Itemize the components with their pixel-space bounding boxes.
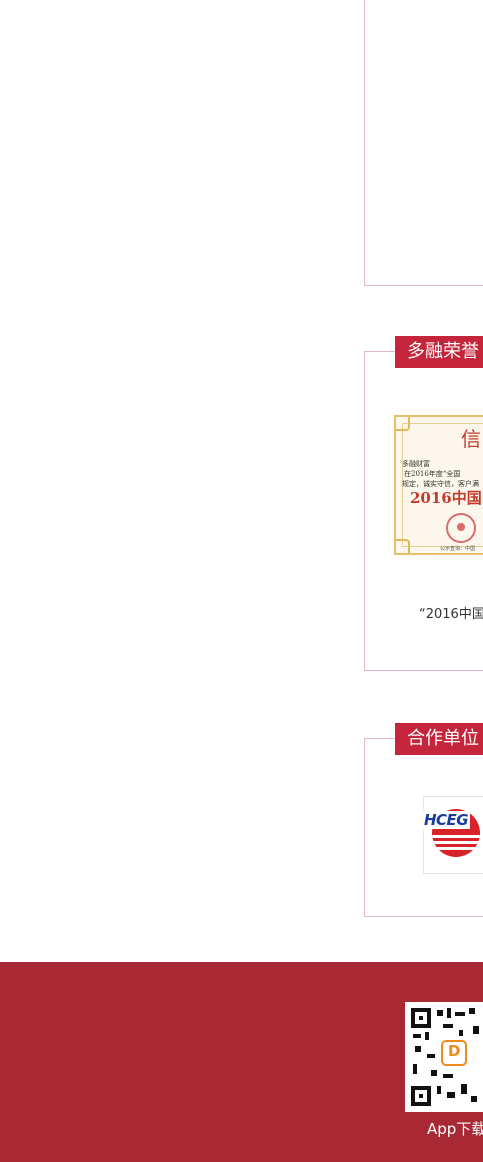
- qr-module: [415, 1046, 421, 1052]
- top-section-box: [364, 0, 483, 286]
- certificate-image[interactable]: 信 多融财富 在2016年度“全国 规定，诚实守信，客户满 2016中国 公示查…: [394, 415, 483, 555]
- qr-module: [443, 1024, 453, 1028]
- qr-module: [437, 1010, 443, 1016]
- qr-module: [437, 1086, 441, 1094]
- qr-module: [413, 1064, 417, 1074]
- qr-module: [455, 1012, 465, 1016]
- app-download-label[interactable]: App下载: [427, 1118, 483, 1139]
- qr-module: [471, 1096, 477, 1102]
- certificate-corner-ornament: [396, 539, 410, 553]
- partners-section: 合作单位 HCEG: [364, 723, 483, 917]
- honor-section: 多融荣誉 信 多融财富 在2016年度“全国 规定，诚实守信，客户满 2016中…: [364, 336, 483, 671]
- qr-finder-pattern: [411, 1008, 431, 1028]
- logo-stripe: [432, 835, 480, 838]
- qr-module: [443, 1074, 453, 1078]
- qr-module: [425, 1032, 429, 1040]
- qr-module: [469, 1008, 475, 1014]
- qr-module: [461, 1084, 467, 1094]
- logo-stripe: [432, 847, 480, 850]
- site-footer: D App下载: [0, 962, 483, 1162]
- qr-module: [427, 1054, 435, 1058]
- qr-module: [431, 1070, 437, 1076]
- certificate-corner-ornament: [396, 417, 410, 431]
- qr-module: [413, 1034, 421, 1038]
- qr-finder-pattern: [411, 1086, 431, 1106]
- certificate-footer-text: 公示查询：中国: [440, 546, 476, 552]
- app-logo-letter: D: [448, 1042, 461, 1060]
- qr-module: [459, 1030, 463, 1036]
- app-logo-icon: D: [441, 1040, 467, 1066]
- partners-section-title: 合作单位: [395, 723, 483, 755]
- app-qr-code-icon: D: [405, 1002, 483, 1112]
- honor-caption: “2016中国: [419, 607, 483, 622]
- qr-module: [473, 1026, 479, 1034]
- certificate-text-line: 多融财富: [402, 460, 430, 468]
- partner-logo-text: HCEG: [422, 811, 471, 829]
- logo-stripe: [432, 841, 480, 844]
- honor-section-title: 多融荣誉: [395, 336, 483, 368]
- seal-icon: [446, 513, 476, 543]
- qr-module: [447, 1008, 451, 1018]
- qr-module: [447, 1092, 455, 1098]
- page: 多融荣誉 信 多融财富 在2016年度“全国 规定，诚实守信，客户满 2016中…: [0, 0, 483, 1162]
- partner-logo-card[interactable]: HCEG: [422, 796, 483, 874]
- certificate-award-title: 2016中国: [410, 489, 482, 507]
- certificate-heading: 信: [461, 427, 481, 451]
- certificate-text-line: 在2016年度“全国: [404, 470, 461, 478]
